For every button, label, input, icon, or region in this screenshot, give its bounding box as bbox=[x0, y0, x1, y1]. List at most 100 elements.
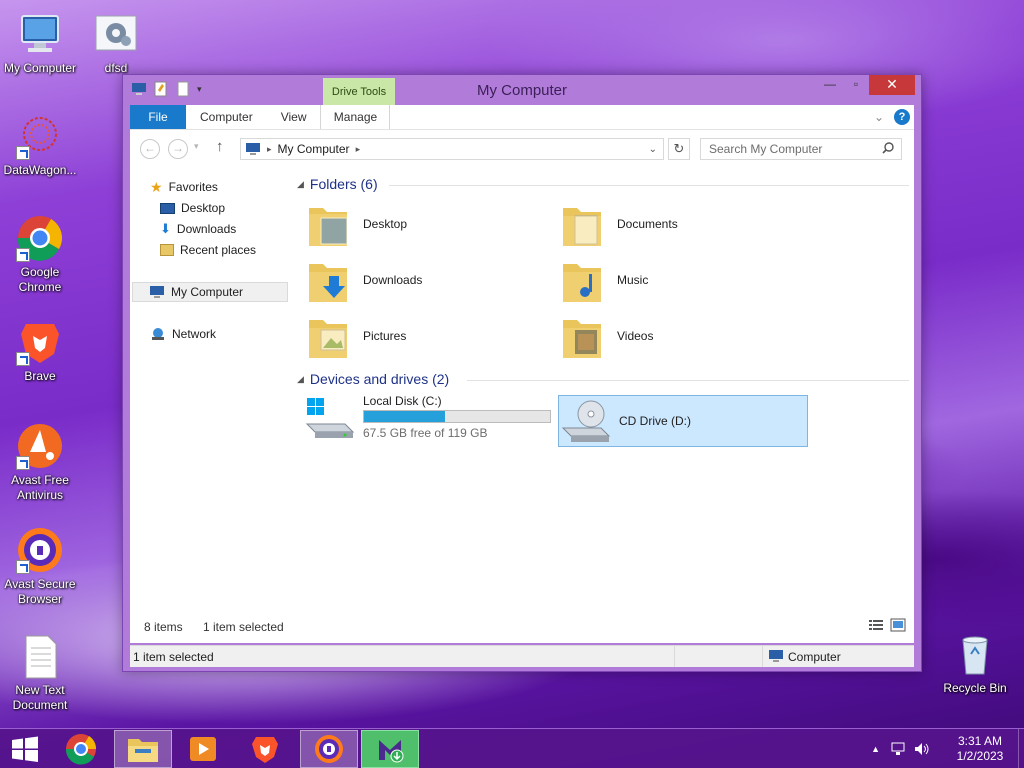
nav-item-recent-places[interactable]: Recent places bbox=[160, 240, 256, 260]
recycle-bin-icon bbox=[951, 630, 999, 678]
breadcrumb-my-computer[interactable]: My Computer bbox=[278, 142, 350, 156]
taskbar-chrome[interactable] bbox=[52, 730, 110, 768]
nav-item-favorites[interactable]: ★ Favorites bbox=[150, 177, 218, 197]
recent-places-icon bbox=[160, 244, 174, 256]
taskbar-installer[interactable] bbox=[361, 730, 419, 768]
collapse-chevron-icon: ◢ bbox=[297, 178, 304, 189]
nav-item-desktop[interactable]: Desktop bbox=[160, 198, 225, 218]
desktop-icon-new-text-document[interactable]: New Text Document bbox=[0, 632, 80, 713]
drive-free-space: 67.5 GB free of 119 GB bbox=[363, 426, 488, 440]
refresh-button[interactable]: ↻ bbox=[668, 138, 690, 160]
show-hidden-icons-icon[interactable]: ▲ bbox=[871, 744, 880, 754]
group-header-folders[interactable]: ◢ Folders (6) bbox=[297, 176, 378, 192]
details-bar: 1 item selected Computer bbox=[130, 645, 914, 667]
desktop-icon-avast-secure-browser[interactable]: Avast Secure Browser bbox=[0, 526, 80, 607]
shortcut-arrow-icon bbox=[16, 352, 30, 366]
desktop-icon-label: Recycle Bin bbox=[943, 681, 1007, 695]
desktop-icon-avast-free-antivirus[interactable]: Avast Free Antivirus bbox=[0, 422, 80, 503]
group-header-devices[interactable]: ◢ Devices and drives (2) bbox=[297, 371, 449, 387]
up-button[interactable]: ↑ bbox=[216, 138, 224, 155]
clock[interactable]: 3:31 AM 1/2/2023 bbox=[942, 734, 1018, 764]
taskbar-file-explorer[interactable] bbox=[114, 730, 172, 768]
nav-item-my-computer[interactable]: My Computer bbox=[132, 282, 288, 302]
forward-button[interactable]: → bbox=[168, 139, 188, 159]
desktop-icon-google-chrome[interactable]: Google Chrome bbox=[0, 214, 80, 295]
folder-tile-videos[interactable]: Videos bbox=[561, 310, 801, 362]
group-header-label: Folders (6) bbox=[309, 176, 378, 192]
desktop-folder-icon bbox=[307, 200, 351, 248]
status-bar: 8 items 1 item selected bbox=[130, 610, 914, 643]
help-icon[interactable]: ? bbox=[894, 109, 910, 125]
start-button[interactable] bbox=[0, 730, 50, 768]
tab-file[interactable]: File bbox=[130, 105, 186, 129]
maximize-button[interactable]: ▫ bbox=[843, 75, 869, 95]
show-desktop-button[interactable] bbox=[1018, 729, 1024, 768]
folder-tile-documents[interactable]: Documents bbox=[561, 198, 801, 250]
taskbar-media-player[interactable] bbox=[174, 730, 232, 768]
close-button[interactable]: ✕ bbox=[869, 75, 915, 95]
system-tray: ▲ 3:31 AM 1/2/2023 bbox=[871, 729, 1024, 768]
desktop-icon-my-computer[interactable]: My Computer bbox=[0, 10, 80, 76]
desktop-icon-label: Avast Free Antivirus bbox=[11, 473, 69, 502]
breadcrumb-separator-icon: ▸ bbox=[267, 143, 272, 154]
chrome-icon bbox=[65, 734, 97, 765]
large-icons-view-icon[interactable] bbox=[890, 618, 906, 632]
nav-item-label: Desktop bbox=[181, 201, 226, 215]
desktop-icon-label: Brave bbox=[24, 369, 56, 383]
windows-logo-icon bbox=[12, 736, 38, 762]
computer-small-icon bbox=[149, 285, 165, 299]
drive-tile-cd-drive-d[interactable]: CD Drive (D:) bbox=[558, 395, 808, 447]
nav-item-label: Network bbox=[172, 327, 217, 341]
address-bar[interactable]: ▸ My Computer ▸ ⌄ bbox=[240, 138, 664, 160]
avast-secure-browser-icon bbox=[315, 735, 343, 763]
desktop-icon-dfsd[interactable]: dfsd bbox=[76, 10, 156, 76]
drive-usage-bar bbox=[363, 410, 551, 423]
folder-tile-downloads[interactable]: Downloads bbox=[307, 254, 547, 306]
details-view-icon[interactable] bbox=[868, 618, 884, 632]
details-divider bbox=[762, 646, 763, 667]
volume-icon[interactable] bbox=[914, 742, 930, 756]
clock-date: 1/2/2023 bbox=[956, 749, 1004, 763]
shortcut-arrow-icon bbox=[16, 456, 30, 470]
nav-item-downloads[interactable]: ⬇ Downloads bbox=[160, 219, 236, 239]
nav-item-label: My Computer bbox=[171, 285, 244, 299]
back-button[interactable]: ← bbox=[140, 139, 160, 159]
network-tray-icon[interactable] bbox=[890, 742, 906, 756]
folder-tile-music[interactable]: Music bbox=[561, 254, 801, 306]
title-bar[interactable]: ▾ Drive Tools My Computer — ▫ ✕ bbox=[123, 75, 921, 106]
expand-ribbon-icon[interactable]: ⌄ bbox=[874, 110, 884, 124]
file-explorer-icon bbox=[128, 739, 158, 762]
tab-computer[interactable]: Computer bbox=[186, 105, 267, 129]
nav-item-network[interactable]: Network bbox=[150, 324, 216, 344]
desktop-icon-label: New Text Document bbox=[12, 683, 68, 712]
computer-small-icon bbox=[245, 141, 261, 157]
drive-info: Local Disk (C:) 67.5 GB free of 119 GB bbox=[363, 394, 551, 444]
details-divider bbox=[674, 646, 675, 667]
taskbar-brave[interactable] bbox=[236, 730, 294, 768]
chrome-icon bbox=[16, 214, 64, 262]
desktop-icon-datawagon[interactable]: DataWagon... bbox=[0, 112, 80, 178]
search-input[interactable]: Search My Computer bbox=[700, 138, 902, 160]
address-dropdown-icon[interactable]: ⌄ bbox=[649, 144, 657, 155]
desktop-icon-brave[interactable]: Brave bbox=[0, 318, 80, 384]
cd-drive-icon bbox=[561, 398, 611, 444]
minimize-button[interactable]: — bbox=[817, 75, 843, 95]
desktop-icon-recycle-bin[interactable]: Recycle Bin bbox=[935, 630, 1015, 696]
window-title: My Computer bbox=[476, 82, 568, 99]
drive-tile-local-disk-c[interactable]: Local Disk (C:) 67.5 GB free of 119 GB bbox=[305, 394, 555, 444]
search-icon bbox=[882, 142, 894, 157]
tab-view[interactable]: View bbox=[267, 105, 321, 129]
avast-secure-browser-icon bbox=[16, 526, 64, 574]
tab-manage[interactable]: Manage bbox=[320, 105, 391, 129]
folder-tile-pictures[interactable]: Pictures bbox=[307, 310, 547, 362]
folder-tile-desktop[interactable]: Desktop bbox=[307, 198, 547, 250]
breadcrumb-separator-icon[interactable]: ▸ bbox=[356, 144, 361, 155]
group-divider bbox=[467, 380, 909, 381]
taskbar: ▲ 3:31 AM 1/2/2023 bbox=[0, 728, 1024, 768]
details-selection: 1 item selected bbox=[133, 650, 214, 664]
taskbar-avast-secure-browser[interactable] bbox=[300, 730, 358, 768]
recent-locations-icon[interactable]: ▾ bbox=[194, 141, 199, 152]
window-controls: — ▫ ✕ bbox=[817, 75, 915, 95]
drive-label: Local Disk (C:) bbox=[363, 394, 442, 408]
main-pane-content: ◢ Folders (6) Desktop Documents Download… bbox=[297, 166, 911, 609]
